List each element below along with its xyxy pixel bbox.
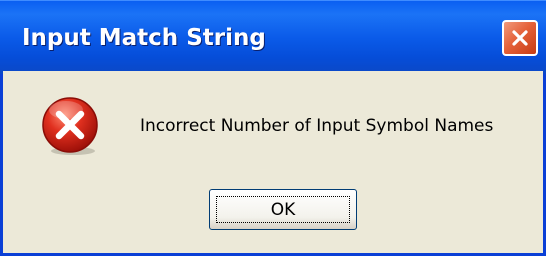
ok-button-label: OK bbox=[270, 199, 296, 220]
close-button[interactable] bbox=[502, 20, 538, 56]
error-message: Incorrect Number of Input Symbol Names bbox=[140, 116, 494, 136]
dialog-content: Incorrect Number of Input Symbol Names O… bbox=[3, 71, 543, 253]
dialog-window: Input Match String Incorrect Number of I… bbox=[0, 0, 546, 256]
window-title: Input Match String bbox=[22, 25, 266, 51]
close-icon bbox=[512, 30, 528, 46]
ok-button[interactable]: OK bbox=[209, 189, 357, 230]
title-bar[interactable]: Input Match String bbox=[0, 0, 546, 74]
error-icon bbox=[42, 97, 98, 155]
